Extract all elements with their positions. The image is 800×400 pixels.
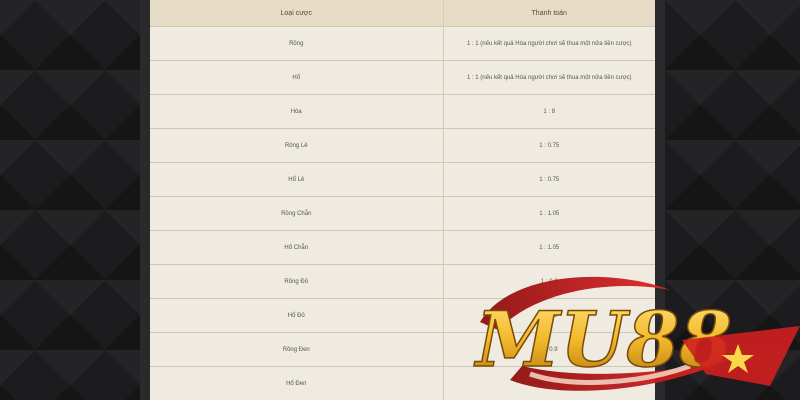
table-row: Rồng Lẻ 1 : 0.75	[150, 128, 655, 163]
bet-type-cell: Hòa	[150, 94, 444, 129]
table-row: Rồng 1 : 1 (nếu kết quả Hòa người chơi s…	[150, 26, 655, 61]
mu88-logo-watermark: MU88	[472, 276, 800, 391]
bet-type-cell: Rồng Đỏ	[150, 264, 444, 299]
header-payout: Thanh toán	[443, 0, 655, 27]
table-row: Hổ Chẵn 1 : 1.05	[150, 230, 655, 265]
payout-cell: 1 : 1.05	[443, 196, 655, 231]
bet-type-cell: Hổ	[150, 60, 444, 95]
table-row: Hòa 1 : 8	[150, 94, 655, 129]
bet-type-cell: Hổ Lẻ	[150, 162, 444, 197]
header-bet-type: Loại cược	[150, 0, 444, 27]
bet-type-cell: Rồng Đen	[150, 332, 444, 367]
payout-cell: 1 : 1 (nếu kết quả Hòa người chơi sẽ thu…	[443, 26, 655, 61]
payout-cell: 1 : 1.05	[443, 230, 655, 265]
bet-type-cell: Rồng Chẵn	[150, 196, 444, 231]
bet-type-cell: Hổ Đỏ	[150, 298, 444, 333]
table-row: Rồng Chẵn 1 : 1.05	[150, 196, 655, 231]
payout-cell: 1 : 1 (nếu kết quả Hòa người chơi sẽ thu…	[443, 60, 655, 95]
payout-cell: 1 : 0.75	[443, 128, 655, 163]
bet-type-cell: Rồng	[150, 26, 444, 61]
payout-cell: 1 : 8	[443, 94, 655, 129]
bet-type-cell: Rồng Lẻ	[150, 128, 444, 163]
bet-type-cell: Hổ Đen	[150, 366, 444, 400]
table-row: Hổ 1 : 1 (nếu kết quả Hòa người chơi sẽ …	[150, 60, 655, 95]
table-row: Hổ Lẻ 1 : 0.75	[150, 162, 655, 197]
table-header-row: Loại cược Thanh toán	[150, 0, 655, 27]
bet-type-cell: Hổ Chẵn	[150, 230, 444, 265]
payout-cell: 1 : 0.75	[443, 162, 655, 197]
